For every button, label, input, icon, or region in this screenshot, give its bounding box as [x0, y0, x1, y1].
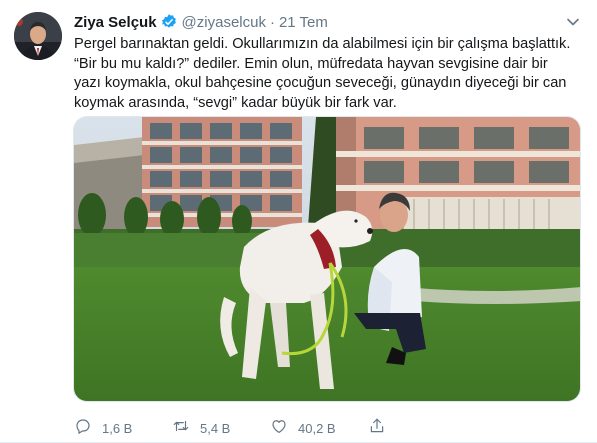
- reply-count: 1,6 B: [102, 420, 133, 436]
- separator-dot: ·: [269, 13, 275, 31]
- tweet[interactable]: Ziya Selçuk @ziyaselcuk · 21 Tem Pergel …: [0, 0, 597, 443]
- tweet-text-line: yazı koymakla, okul bahçesine çocuğun se…: [74, 75, 567, 92]
- retweet-count: 5,4 B: [200, 420, 231, 436]
- tweet-text: Pergel barınaktan geldi. Okullarımızın d…: [74, 35, 586, 113]
- like-count: 40,2 B: [298, 420, 336, 436]
- tweet-text-line: “Bir bu mu kaldı?” dediler. Emin olun, m…: [74, 55, 548, 72]
- avatar[interactable]: [14, 12, 62, 60]
- like-button[interactable]: 40,2 B: [270, 417, 368, 439]
- reply-icon: [74, 417, 92, 440]
- tweet-text-line: Pergel barınaktan geldi. Okullarımızın d…: [74, 36, 571, 52]
- verified-badge-icon: [160, 13, 178, 31]
- author-name[interactable]: Ziya Selçuk: [74, 14, 157, 31]
- tweet-photo[interactable]: [73, 116, 581, 402]
- chevron-down-icon[interactable]: [565, 14, 581, 30]
- retweet-button[interactable]: 5,4 B: [172, 417, 270, 439]
- tweet-date[interactable]: 21 Tem: [279, 14, 328, 31]
- tweet-actions: 1,6 B 5,4 B 40,2 B: [74, 417, 554, 439]
- author-handle[interactable]: @ziyaselcuk: [182, 14, 266, 31]
- share-icon: [368, 417, 386, 440]
- share-button[interactable]: [368, 417, 398, 439]
- tweet-text-line: koymak arasında, “sevgi” kadar büyük bir…: [74, 94, 397, 111]
- retweet-icon: [172, 417, 190, 440]
- reply-button[interactable]: 1,6 B: [74, 417, 172, 439]
- heart-icon: [270, 417, 288, 440]
- tweet-header: Ziya Selçuk @ziyaselcuk · 21 Tem: [74, 12, 581, 32]
